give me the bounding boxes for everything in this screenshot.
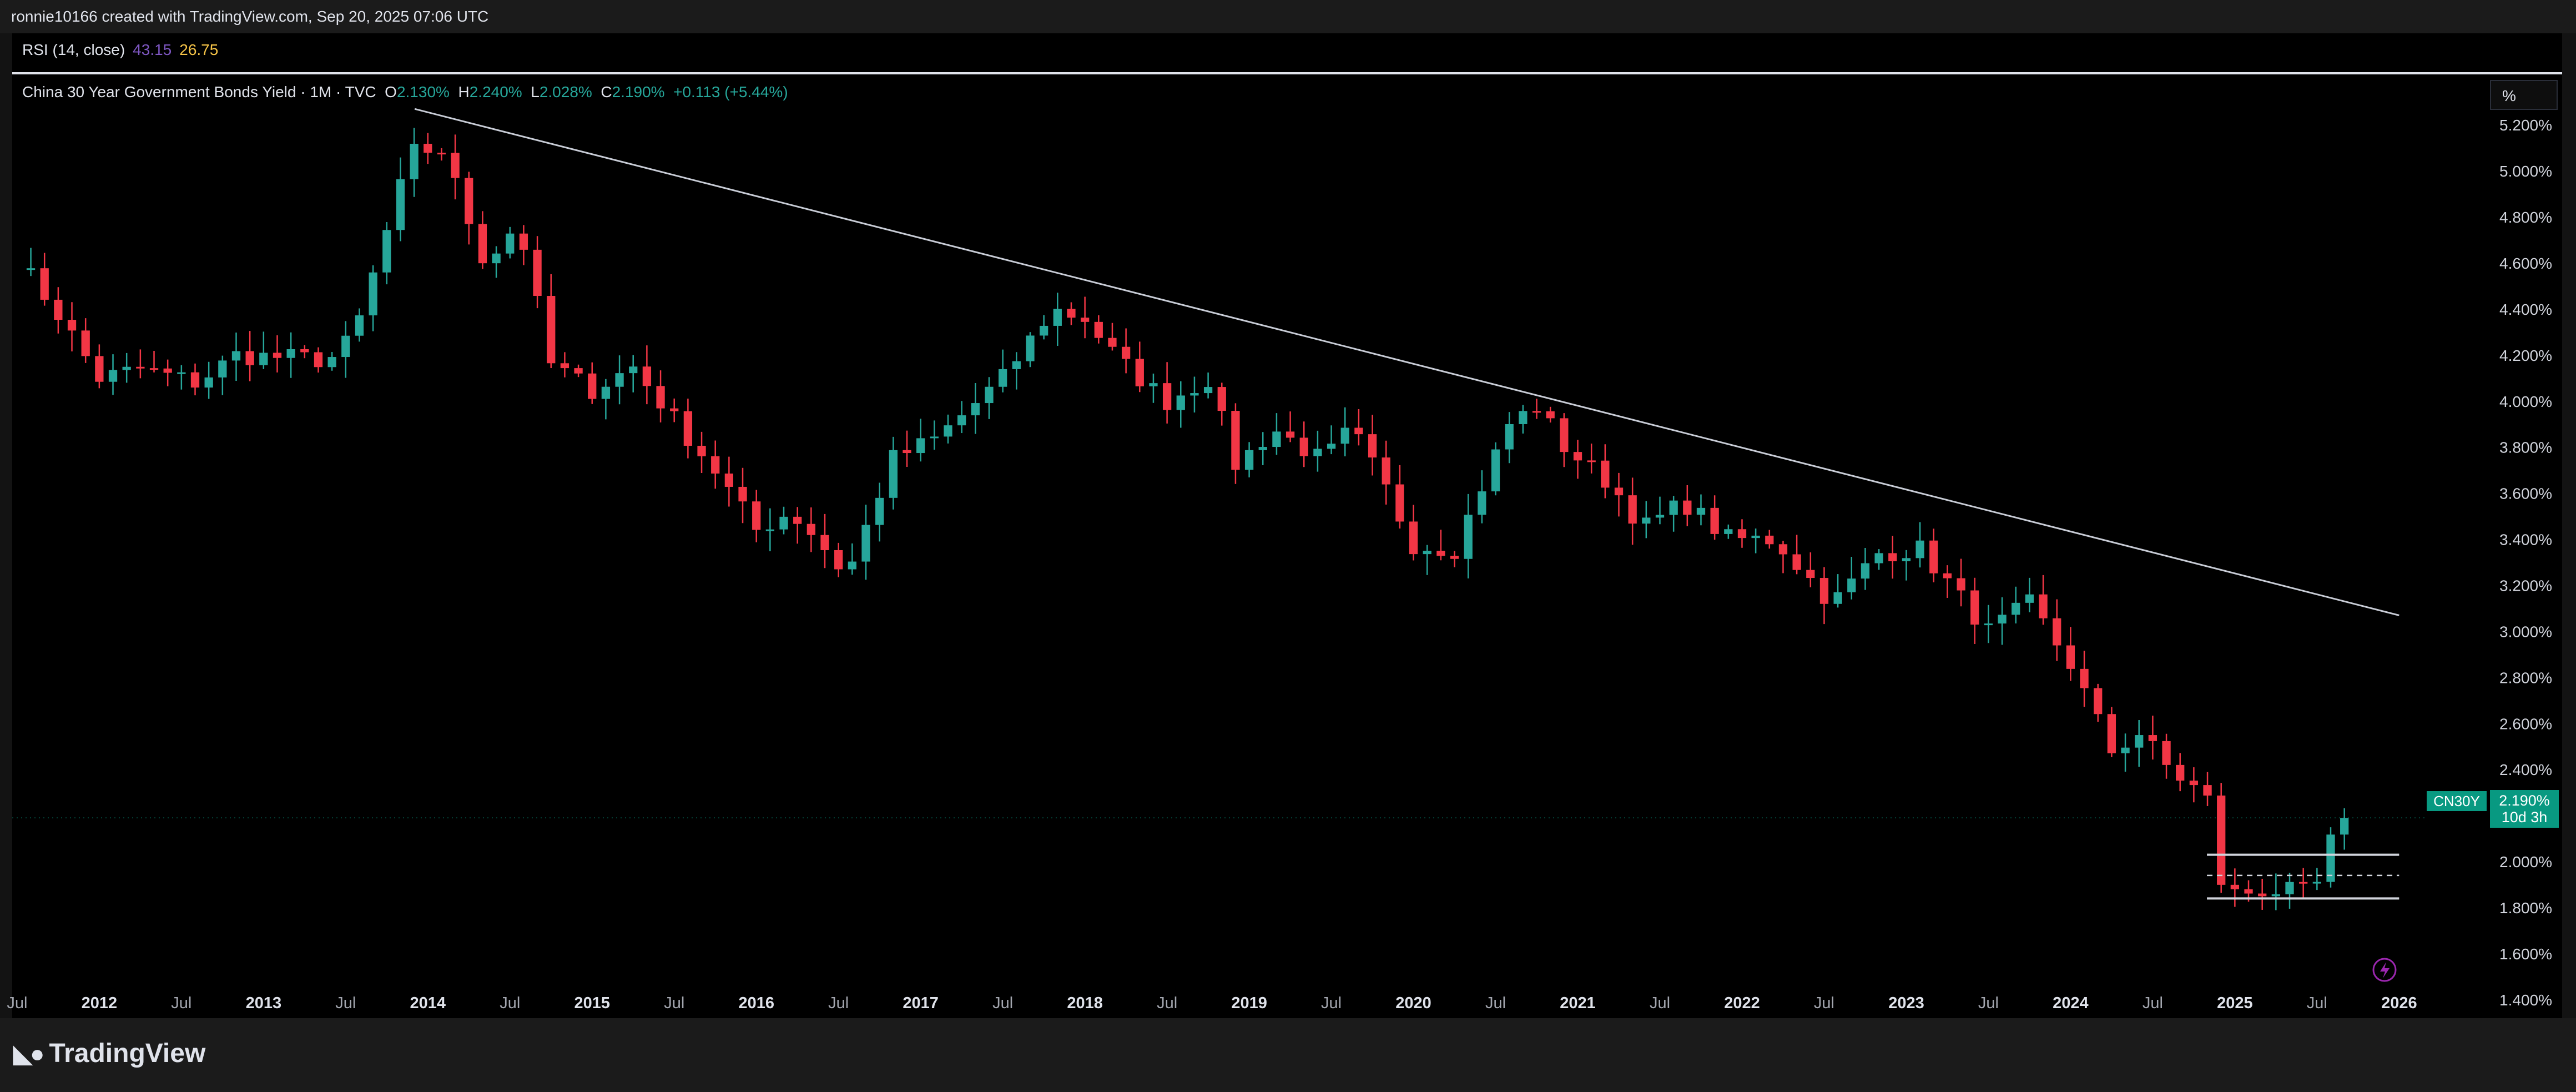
low-value: 2.028% (539, 83, 592, 100)
open-label: O (385, 83, 397, 100)
symbol-legend: China 30 Year Government Bonds Yield · 1… (22, 83, 788, 101)
percent-scale-label: % (2502, 87, 2516, 104)
percent-scale-button[interactable]: % (2490, 80, 2558, 110)
high-value: 2.240% (469, 83, 522, 100)
open-value: 2.130% (396, 83, 450, 100)
change-value: +0.113 (+5.44%) (673, 83, 788, 100)
rsi-value: 43.15 (133, 41, 172, 58)
low-label: L (531, 83, 540, 100)
tradingview-logo-icon: ◣● (13, 1040, 44, 1068)
rsi-label: RSI (14, close) (22, 41, 125, 58)
high-label: H (458, 83, 470, 100)
rsi-legend: RSI (14, close) 43.15 26.75 (22, 41, 218, 59)
close-label: C (601, 83, 612, 100)
rsi-pane[interactable]: RSI (14, close) 43.15 26.75 (12, 33, 2562, 72)
price-pane[interactable] (12, 74, 2562, 1018)
close-value: 2.190% (612, 83, 665, 100)
symbol-title: China 30 Year Government Bonds Yield · 1… (22, 83, 376, 100)
brand-name: TradingView (49, 1039, 206, 1068)
tradingview-logo[interactable]: ◣● TradingView (13, 1038, 205, 1069)
rsi-ma-value: 26.75 (179, 41, 219, 58)
footer-bar (0, 1018, 2576, 1092)
chart-caption-bar: ronnie10166 created with TradingView.com… (0, 0, 2576, 33)
chart-caption: ronnie10166 created with TradingView.com… (11, 8, 489, 25)
